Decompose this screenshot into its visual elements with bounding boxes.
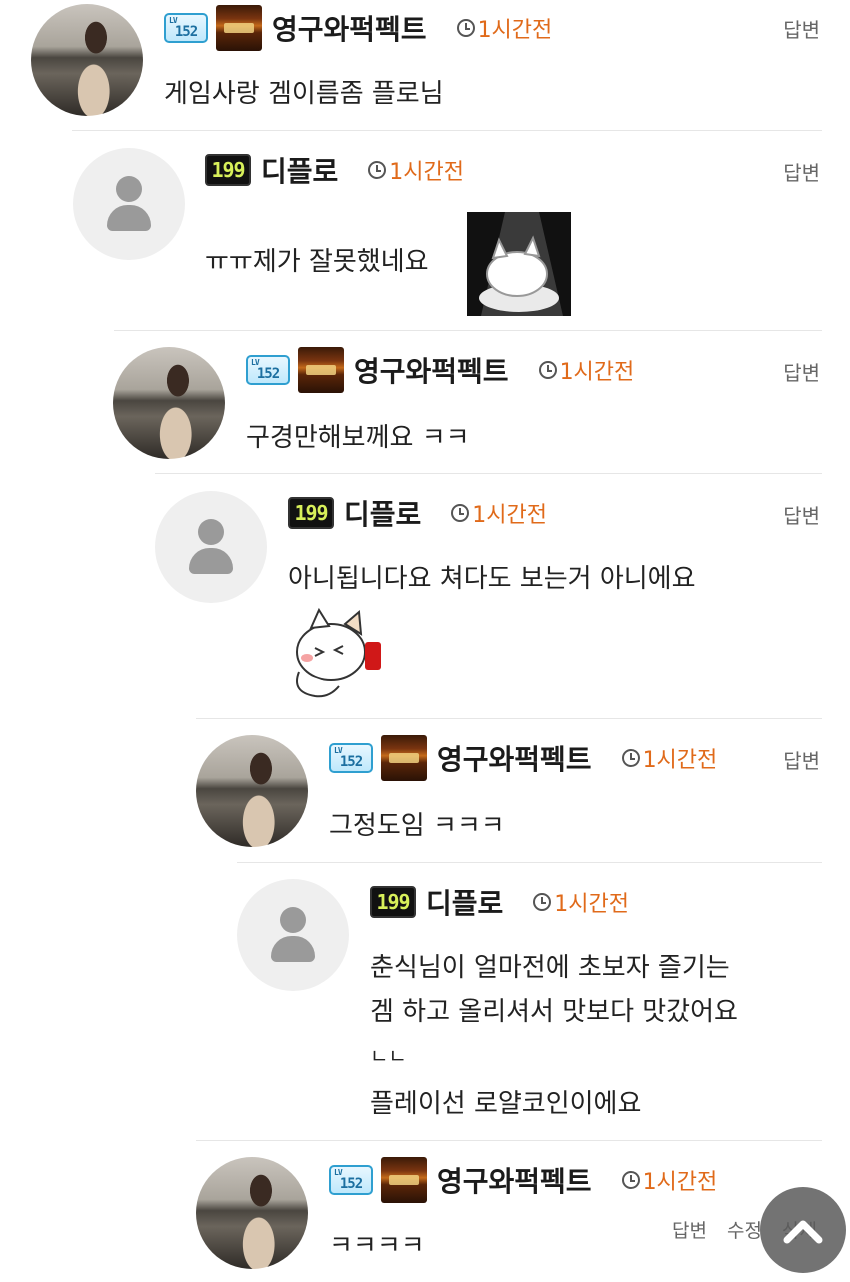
divider — [196, 718, 822, 719]
divider — [237, 862, 822, 863]
user-icon — [116, 176, 142, 202]
avatar[interactable] — [31, 4, 143, 116]
clock-icon — [533, 893, 552, 911]
cat-sticker-icon — [296, 607, 381, 698]
timestamp: 1시간전 — [477, 18, 553, 43]
level-badge-icon: 199 — [288, 497, 334, 529]
chevron-up-icon — [783, 1220, 823, 1244]
reply-button[interactable]: 답변 — [783, 157, 820, 186]
clock-icon — [621, 749, 640, 767]
comment-meta: LV 152 영구와퍽펙트 1시간전 — [329, 735, 718, 781]
avatar[interactable] — [196, 735, 308, 847]
reply-button[interactable]: 답변 — [783, 14, 820, 43]
user-icon — [280, 907, 306, 933]
avatar[interactable] — [155, 491, 267, 603]
nickname[interactable]: 디플로 — [426, 882, 503, 922]
clock-icon — [621, 1171, 640, 1189]
reply-button[interactable]: 답변 — [783, 500, 820, 529]
comment-meta: 199 디플로 1시간전 — [288, 495, 547, 531]
nickname[interactable]: 영구와퍽펙트 — [437, 1160, 592, 1200]
timestamp: 1시간전 — [389, 160, 464, 185]
comment-text-line: 플레이선 로얄코인이에요 — [370, 1089, 642, 1119]
nickname[interactable]: 영구와퍽펙트 — [272, 8, 427, 48]
reply-button[interactable]: 답변 — [783, 357, 820, 386]
timestamp: 1시간전 — [559, 360, 635, 385]
level-badge-icon: LV 152 — [329, 1165, 373, 1195]
comment-meta: LV 152 영구와퍽펙트 1시간전 — [164, 5, 553, 51]
level-badge-icon: LV 152 — [329, 743, 373, 773]
timestamp: 1시간전 — [642, 1170, 718, 1195]
reply-button[interactable]: 답변 — [672, 1220, 707, 1242]
timestamp: 1시간전 — [554, 892, 629, 917]
comment-text: ㅠㅠ제가 잘못했네요 — [205, 247, 429, 277]
rank-badge-icon — [381, 1157, 427, 1203]
comment-meta: 199 디플로 1시간전 — [205, 152, 464, 188]
timestamp: 1시간전 — [472, 503, 547, 528]
rank-badge-icon — [381, 735, 427, 781]
comment-text-line: 춘식님이 얼마전에 초보자 즐기는 — [370, 953, 730, 983]
level-badge-icon: 199 — [205, 154, 251, 186]
user-icon — [198, 519, 224, 545]
level-badge-icon: LV 152 — [246, 355, 290, 385]
clock-icon — [368, 161, 387, 179]
edit-button[interactable]: 수정 — [727, 1220, 762, 1242]
clock-icon — [538, 361, 557, 379]
scroll-top-button[interactable] — [760, 1187, 846, 1273]
comment-meta: 199 디플로 1시간전 — [370, 884, 629, 920]
comment-text: ㅋㅋㅋㅋ — [329, 1231, 425, 1261]
divider — [196, 1140, 822, 1141]
clock-icon — [451, 504, 470, 522]
reply-button[interactable]: 답변 — [783, 745, 820, 774]
rank-badge-icon — [216, 5, 262, 51]
cat-sticker-icon — [467, 212, 571, 316]
clock-icon — [456, 19, 475, 37]
nickname[interactable]: 영구와퍽펙트 — [437, 738, 592, 778]
avatar[interactable] — [237, 879, 349, 991]
nickname[interactable]: 디플로 — [344, 493, 421, 533]
comment-text: 아니됩니다요 쳐다도 보는거 아니에요 — [288, 564, 696, 594]
nickname[interactable]: 영구와퍽펙트 — [354, 350, 509, 390]
avatar[interactable] — [73, 148, 185, 260]
level-badge-icon: 199 — [370, 886, 416, 918]
comment-text-line: ㄴㄴ — [370, 1044, 407, 1068]
divider — [72, 130, 822, 131]
rank-badge-icon — [298, 347, 344, 393]
comment-meta: LV 152 영구와퍽펙트 1시간전 — [329, 1157, 718, 1203]
timestamp: 1시간전 — [642, 748, 718, 773]
nickname[interactable]: 디플로 — [261, 150, 338, 190]
comment-text: 게임사랑 겜이름좀 플로님 — [164, 79, 444, 109]
level-badge-icon: LV 152 — [164, 13, 208, 43]
comment-text: 구경만해보께요 ㅋㅋ — [246, 423, 470, 453]
comment-text-line: 겜 하고 올리셔서 맛보다 맛갔어요 — [370, 997, 738, 1027]
divider — [114, 330, 822, 331]
comment-meta: LV 152 영구와퍽펙트 1시간전 — [246, 347, 635, 393]
divider — [155, 473, 822, 474]
comment-text: 그정도임 ㅋㅋㅋ — [329, 811, 505, 841]
avatar[interactable] — [113, 347, 225, 459]
avatar[interactable] — [196, 1157, 308, 1269]
